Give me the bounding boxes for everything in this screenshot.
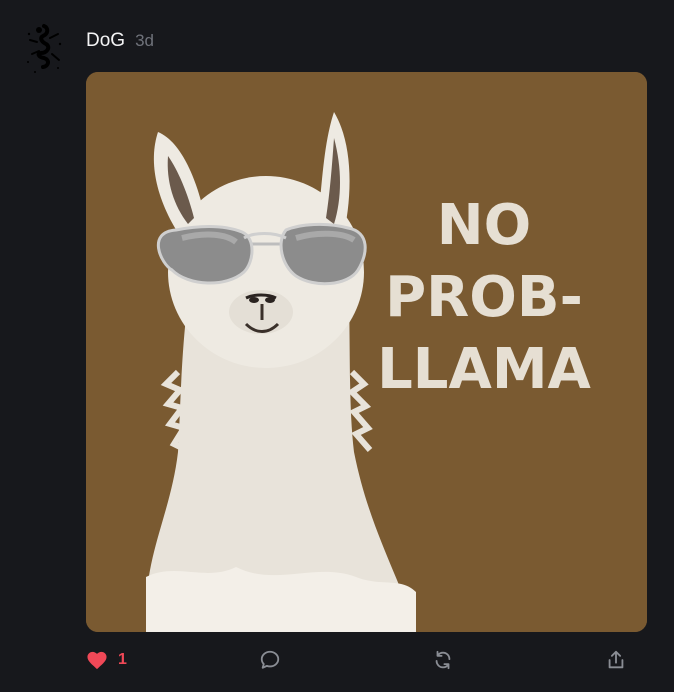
- repost-icon: [435, 650, 451, 670]
- heart-icon: [87, 651, 107, 670]
- repost-button[interactable]: [432, 646, 454, 674]
- avatar-figure-icon: [27, 24, 62, 73]
- print-line-2: PROB-: [385, 265, 583, 330]
- avatar[interactable]: [20, 20, 68, 76]
- post-actions: 1: [86, 646, 646, 674]
- post-image[interactable]: NO PROB- LLAMA: [86, 72, 647, 632]
- comment-button[interactable]: [259, 646, 281, 674]
- author-name[interactable]: DoG: [86, 30, 125, 52]
- like-count: 1: [118, 651, 127, 668]
- share-icon: [608, 650, 624, 669]
- comment-icon: [260, 650, 280, 669]
- post-header: DoG 3d: [86, 30, 154, 54]
- share-button[interactable]: [605, 646, 627, 674]
- post-card: DoG 3d NO PROB- LLAMA 1: [0, 0, 674, 692]
- print-line-1: NO: [437, 193, 531, 258]
- like-button[interactable]: 1: [86, 646, 127, 674]
- print-line-3: LLAMA: [377, 337, 591, 402]
- post-timestamp[interactable]: 3d: [135, 31, 154, 51]
